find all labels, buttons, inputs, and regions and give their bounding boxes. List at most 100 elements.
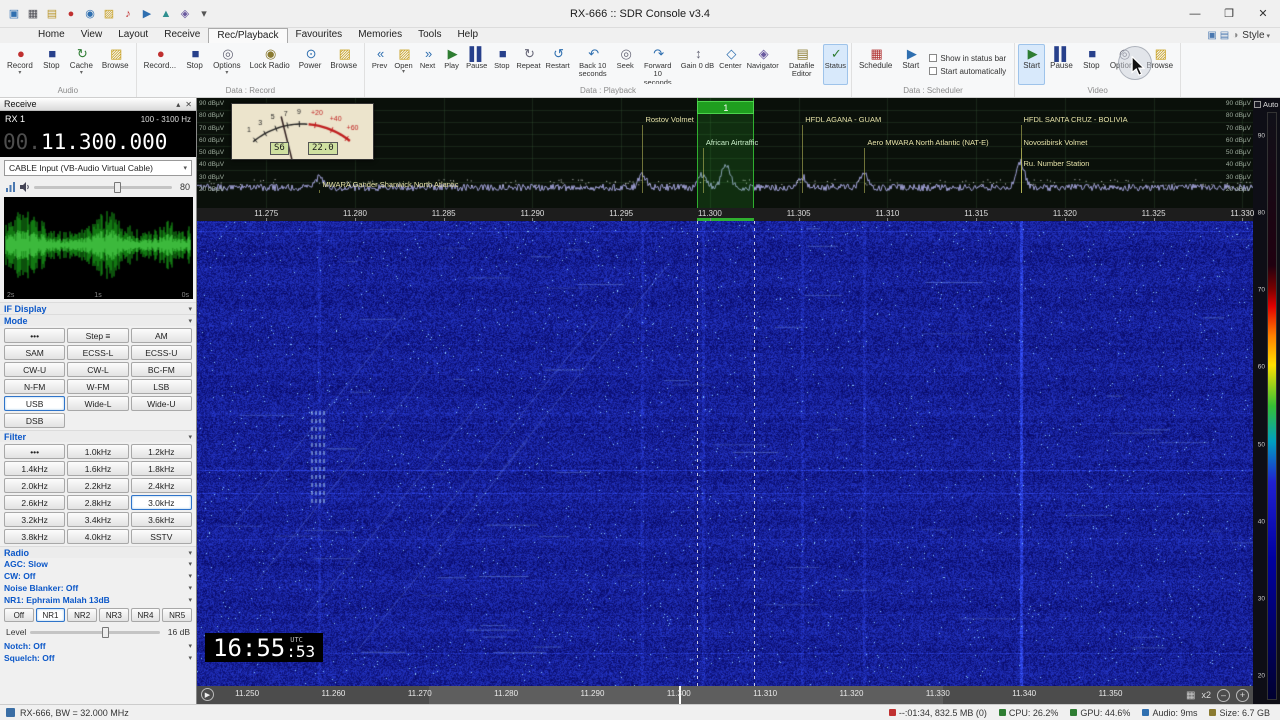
volume-slider-thumb[interactable] <box>114 182 121 193</box>
filter-button[interactable]: ••• <box>4 444 65 459</box>
if-display-section[interactable]: IF Display <box>0 302 196 314</box>
folder-icon[interactable]: ▨ <box>101 6 117 22</box>
minimize-button[interactable]: — <box>1178 0 1212 27</box>
collapse-icon[interactable]: ▴ <box>176 100 180 109</box>
zoom-in-button[interactable]: + <box>1236 689 1249 702</box>
selection-badge[interactable]: 1 <box>697 101 754 114</box>
nr-button[interactable]: NR1 <box>36 608 66 622</box>
notch-row[interactable]: Notch: Off <box>0 640 196 652</box>
station-label[interactable]: Novosibirsk Volmet <box>1024 138 1088 147</box>
menu-tab[interactable]: Help <box>449 28 486 43</box>
monitor-icon[interactable]: ▣ <box>1207 30 1216 41</box>
filter-button[interactable]: 1.8kHz <box>131 461 192 476</box>
mode-button[interactable]: LSB <box>131 379 192 394</box>
filter-button[interactable]: 2.6kHz <box>4 495 65 510</box>
radio-property-row[interactable]: Noise Blanker: Off <box>0 582 196 594</box>
radio-section[interactable]: Radio <box>0 546 196 558</box>
mode-button[interactable]: DSB <box>4 413 65 428</box>
back-10-seconds-button[interactable]: ↶ Back 10 seconds <box>573 44 613 85</box>
frequency-overview-bar[interactable]: ▶ ▦ x2 – + 11.250 11.260 11.270 11.280 11.29… <box>197 686 1253 704</box>
station-label[interactable]: Aero MWARA North Atlantic (NAT-E) <box>867 138 988 147</box>
filter-button[interactable]: 2.0kHz <box>4 478 65 493</box>
app-icon[interactable]: ▣ <box>6 6 22 22</box>
mode-button[interactable]: ECSS-U <box>131 345 192 360</box>
close-icon[interactable]: ✕ <box>185 100 192 109</box>
style-icon[interactable]: ◑ <box>1232 30 1238 41</box>
repeat-button[interactable]: ↻ Repeat <box>514 44 542 85</box>
receive-panel-header[interactable]: Receive ▴ ✕ <box>0 98 196 111</box>
next-button[interactable]: » Next <box>416 44 439 85</box>
audio-record-button[interactable]: ● Record <box>3 44 37 85</box>
menu-tab[interactable]: Rec/Playback <box>208 28 287 43</box>
open-button[interactable]: ▨ Open <box>392 44 415 85</box>
overview-play-button[interactable]: ▶ <box>201 688 214 701</box>
filter-button[interactable]: 3.6kHz <box>131 512 192 527</box>
data-record-stop-button[interactable]: ■ Stop <box>181 44 208 85</box>
data-record-browse-button[interactable]: ▨ Browse <box>326 44 361 85</box>
forward-10-seconds-button[interactable]: ↷ Forward 10 seconds <box>638 44 678 85</box>
audio-device-select[interactable]: CABLE Input (VB-Audio Virtual Cable) <box>4 160 192 176</box>
video-options-button[interactable]: ◎ Options <box>1106 44 1142 85</box>
filter-button[interactable]: 1.2kHz <box>131 444 192 459</box>
filter-button[interactable]: 1.0kHz <box>67 444 128 459</box>
frequency-display[interactable]: 00. 11.300.000 <box>0 127 196 157</box>
mode-button[interactable]: Wide-L <box>67 396 128 411</box>
filter-button[interactable]: 4.0kHz <box>67 529 128 544</box>
video-start-button[interactable]: ▶ Start <box>1018 44 1045 85</box>
prev-button[interactable]: « Prev <box>368 44 391 85</box>
level-slider[interactable] <box>30 631 160 634</box>
level-slider-thumb[interactable] <box>102 627 109 638</box>
colorbar-gradient[interactable] <box>1267 112 1277 700</box>
center-button[interactable]: ◇ Center <box>717 44 744 85</box>
nr-button[interactable]: Off <box>4 608 34 622</box>
filter-section[interactable]: Filter <box>0 430 196 442</box>
menu-tab[interactable]: View <box>73 28 111 43</box>
volume-slider[interactable] <box>34 186 172 189</box>
tools-icon[interactable]: ◈ <box>177 6 193 22</box>
restart-button[interactable]: ↺ Restart <box>544 44 572 85</box>
audio-stop-button[interactable]: ■ Stop <box>38 44 65 85</box>
nr-button[interactable]: NR2 <box>67 608 97 622</box>
zoom-out-button[interactable]: – <box>1217 689 1230 702</box>
status-button[interactable]: ✓ Status <box>823 44 848 85</box>
station-label[interactable]: African Airtraffic <box>706 138 758 147</box>
play-icon[interactable]: ▶ <box>139 6 155 22</box>
audio-cache-button[interactable]: ↻ Cache <box>66 44 97 85</box>
menu-tab[interactable]: Home <box>30 28 73 43</box>
nr-button[interactable]: NR5 <box>162 608 192 622</box>
station-label[interactable]: MWARA Gander Shanwick North Atlantic <box>322 180 458 189</box>
qat-caret-icon[interactable]: ▾ <box>196 6 212 22</box>
station-label[interactable]: HFDL SANTA CRUZ - BOLIVIA <box>1024 115 1128 124</box>
filter-button[interactable]: 1.4kHz <box>4 461 65 476</box>
mode-button[interactable]: CW-U <box>4 362 65 377</box>
menu-tab[interactable]: Receive <box>156 28 208 43</box>
ribbon-checkbox[interactable]: Show in status bar <box>929 54 1006 63</box>
nr-button[interactable]: NR4 <box>131 608 161 622</box>
mode-section[interactable]: Mode <box>0 314 196 326</box>
data-record-options-button[interactable]: ◎ Options <box>209 44 245 85</box>
mode-button[interactable]: BC-FM <box>131 362 192 377</box>
filter-button[interactable]: 2.8kHz <box>67 495 128 510</box>
memories-icon[interactable]: ▤ <box>44 6 60 22</box>
power-button[interactable]: ⊙ Power <box>295 44 326 85</box>
maximize-button[interactable]: ❐ <box>1212 0 1246 27</box>
filter-button[interactable]: 3.0kHz <box>131 495 192 510</box>
mode-button[interactable]: USB <box>4 396 65 411</box>
playback-pause-button[interactable]: ▌▌ Pause <box>464 44 489 85</box>
radio-property-row[interactable]: AGC: Slow <box>0 558 196 570</box>
mode-button[interactable]: Step ≡ <box>67 328 128 343</box>
legend-colorbar[interactable]: 90 80 70 60 50 40 30 20 <box>1253 112 1280 700</box>
audio-icon[interactable]: ♪ <box>120 6 136 22</box>
mode-button[interactable]: W-FM <box>67 379 128 394</box>
station-label[interactable]: HFDL AGANA - GUAM <box>805 115 881 124</box>
grid-icon[interactable]: ▦ <box>1186 690 1195 701</box>
datafile-editor-button[interactable]: ▤ Datafile Editor <box>782 44 822 85</box>
playback-stop-button[interactable]: ■ Stop <box>490 44 513 85</box>
nr-button[interactable]: NR3 <box>99 608 129 622</box>
waterfall-canvas[interactable] <box>197 221 1253 686</box>
station-label[interactable]: Ru. Number Station <box>1024 159 1090 168</box>
filter-button[interactable]: 3.2kHz <box>4 512 65 527</box>
menu-tab[interactable]: Favourites <box>288 28 351 43</box>
seek-button[interactable]: ◎ Seek <box>614 44 637 85</box>
menu-tab[interactable]: Tools <box>410 28 449 43</box>
